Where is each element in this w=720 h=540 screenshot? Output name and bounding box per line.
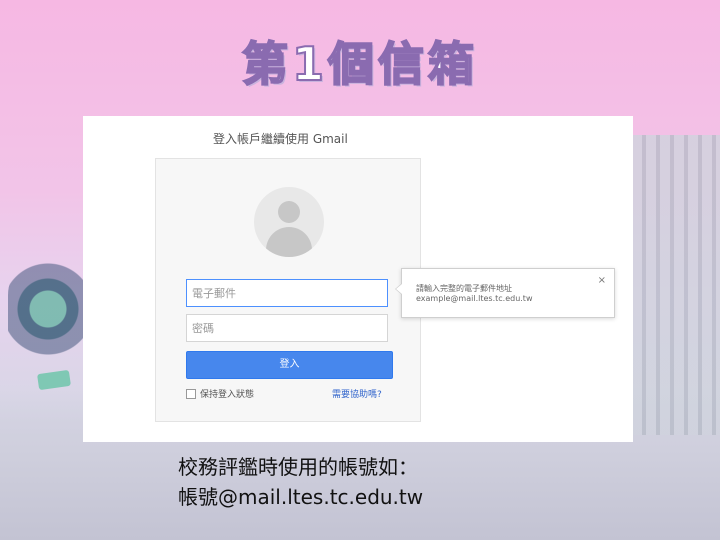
- email-hint-tooltip: 請輸入完整的電子郵件地址 example@mail.ltes.tc.edu.tw…: [395, 268, 615, 318]
- decorative-sculpture: [8, 255, 88, 375]
- caption-line-1: 校務評鑑時使用的帳號如：: [178, 455, 418, 479]
- slide-caption: 校務評鑑時使用的帳號如： 帳號@mail.ltes.tc.edu.tw: [178, 452, 423, 512]
- avatar-shoulders: [266, 227, 312, 257]
- decorative-building: [632, 135, 720, 435]
- caption-line-2: 帳號@mail.ltes.tc.edu.tw: [178, 485, 424, 509]
- avatar-head: [278, 201, 300, 223]
- remember-label: 保持登入狀態: [200, 390, 255, 400]
- password-field[interactable]: 密碼: [186, 314, 388, 342]
- tooltip-example-address: example@mail.ltes.tc.edu.tw: [416, 294, 533, 303]
- close-icon[interactable]: ×: [598, 275, 606, 286]
- signin-heading: 登入帳戶繼續使用 Gmail: [213, 132, 348, 146]
- gmail-login-screenshot: 登入帳戶繼續使用 Gmail 電子郵件 密碼 登入 保持登入狀態 需要協助嗎? …: [83, 116, 633, 442]
- login-card: 電子郵件 密碼 登入 保持登入狀態 需要協助嗎?: [155, 158, 421, 422]
- signin-button[interactable]: 登入: [186, 351, 393, 379]
- slide-title: 第1個信箱: [241, 36, 478, 92]
- tooltip-hint-text: 請輸入完整的電子郵件地址: [416, 284, 512, 293]
- email-field[interactable]: 電子郵件: [186, 279, 388, 307]
- decorative-sign: [37, 369, 71, 391]
- remember-checkbox[interactable]: [186, 388, 196, 399]
- help-link[interactable]: 需要協助嗎?: [332, 387, 382, 400]
- user-silhouette-icon: [254, 187, 324, 257]
- remember-me[interactable]: 保持登入狀態: [186, 387, 254, 400]
